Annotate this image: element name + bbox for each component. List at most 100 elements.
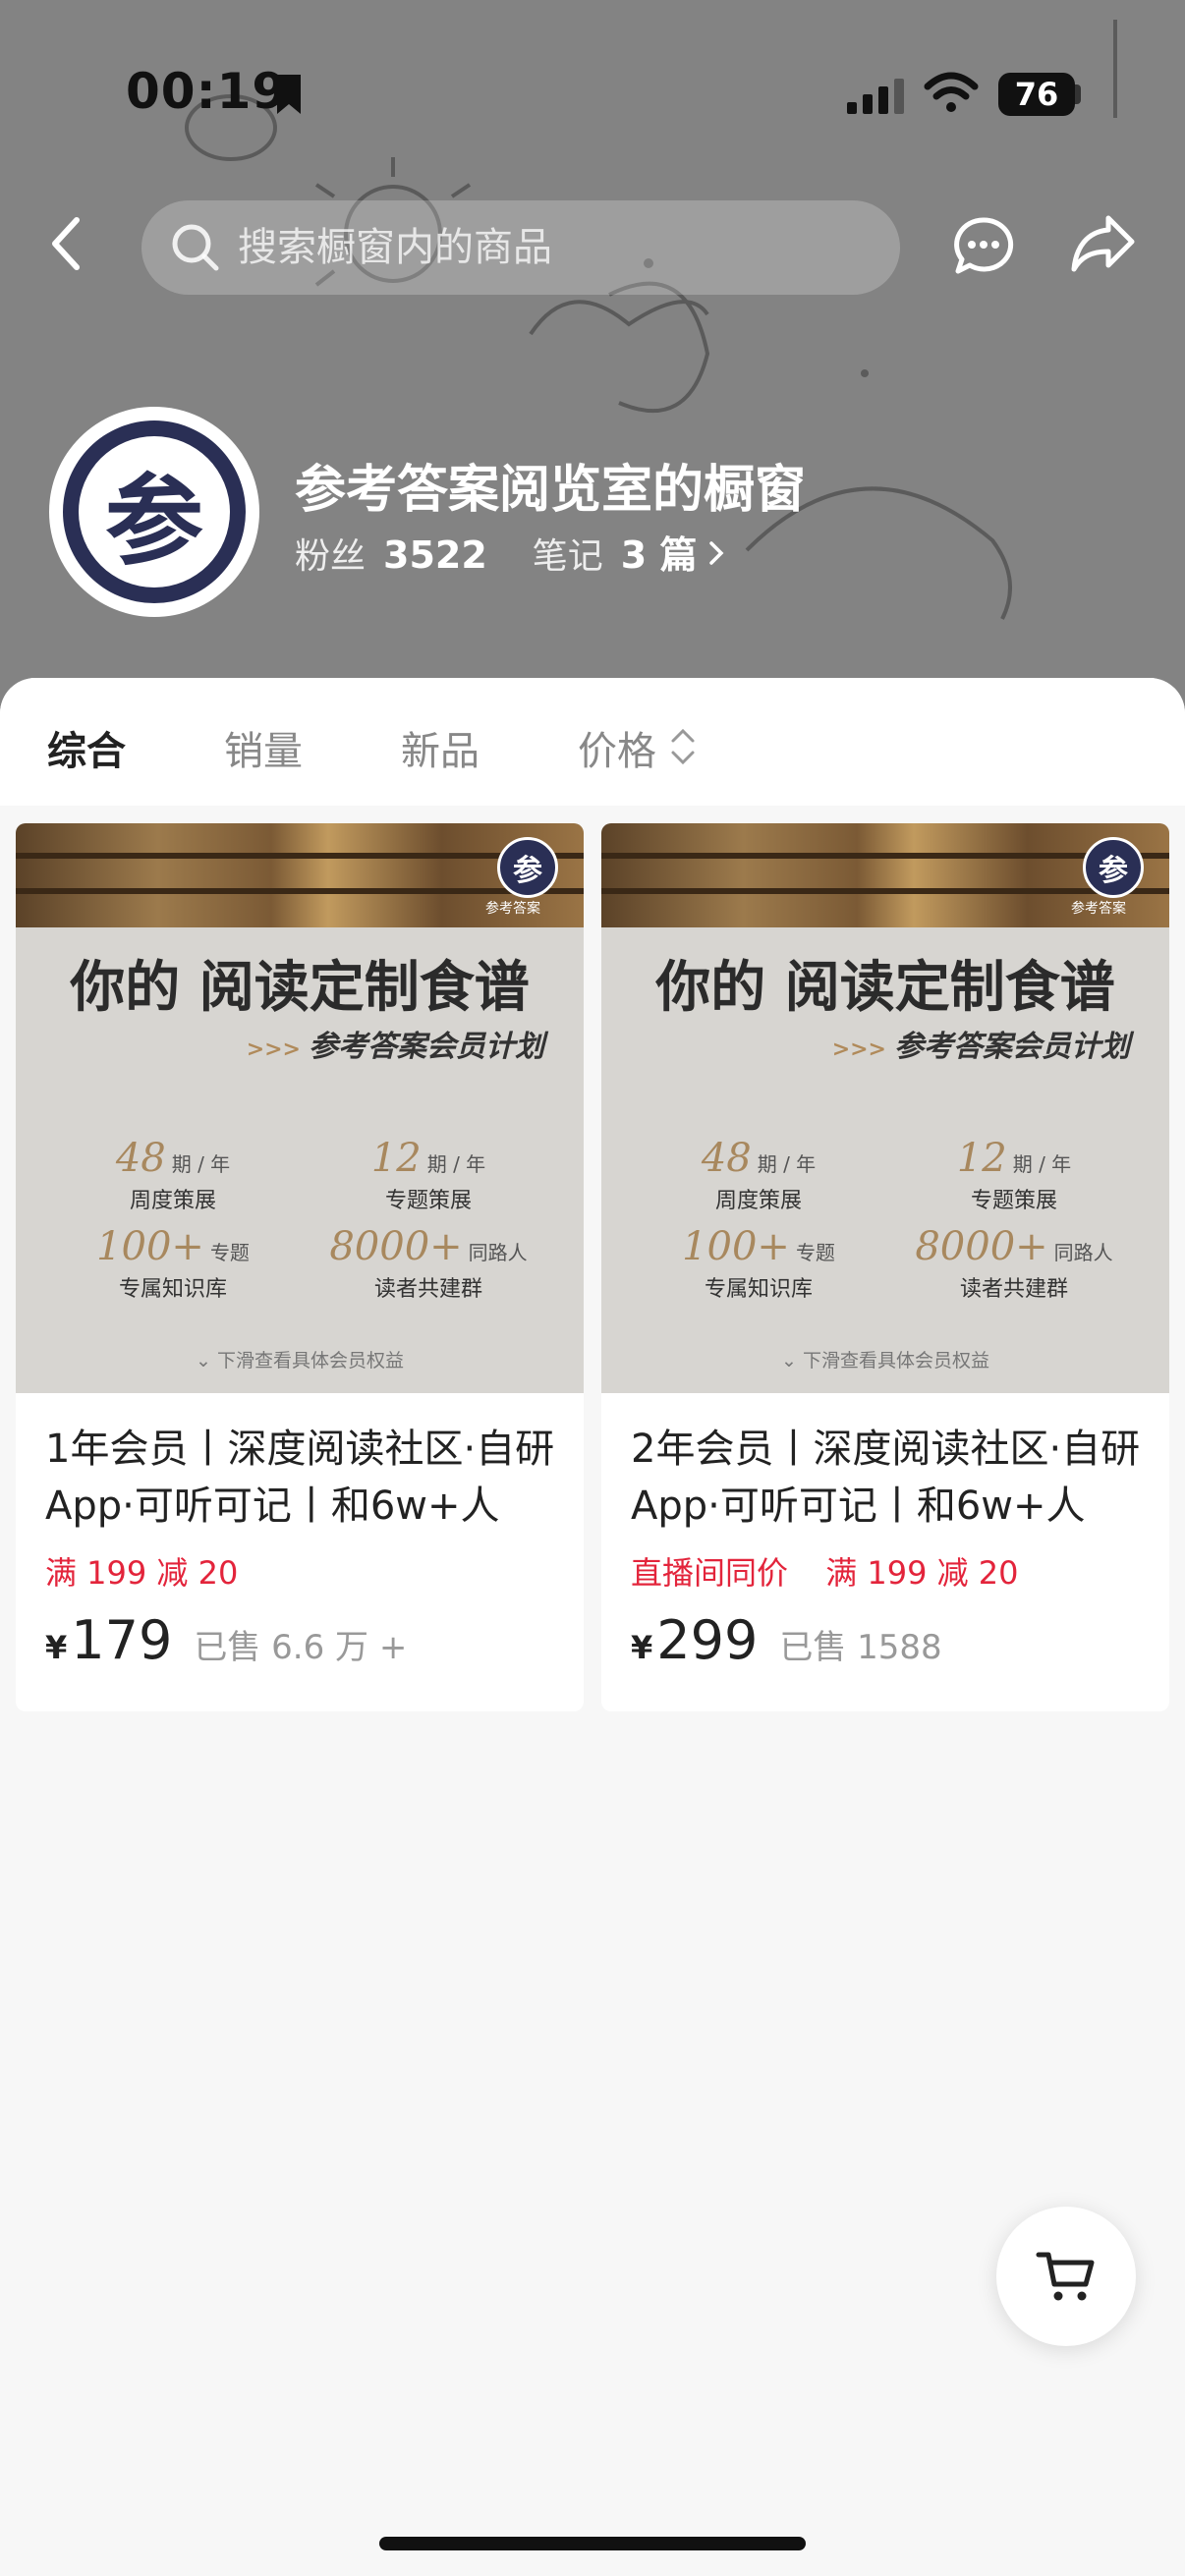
search-icon bbox=[172, 224, 219, 271]
poster-subtitle-text: 参考答案会员计划 bbox=[309, 1030, 544, 1064]
home-indicator[interactable] bbox=[379, 2537, 806, 2550]
price-row: ¥ 299 已售 1588 bbox=[631, 1609, 942, 1671]
sort-tabs: 综合 销量 新品 价格 bbox=[0, 678, 1185, 806]
poster-logo-text: 参考答案 bbox=[1071, 901, 1126, 917]
stat-label: 专属知识库 bbox=[118, 1277, 227, 1302]
stat-value: 48 bbox=[701, 1136, 752, 1181]
search-bar[interactable] bbox=[141, 200, 900, 295]
cart-button[interactable] bbox=[996, 2207, 1136, 2346]
stat-value: 8000+ bbox=[329, 1224, 463, 1269]
sold-count: 已售 1588 bbox=[779, 1628, 942, 1667]
poster-footer-text: 下滑查看具体会员权益 bbox=[802, 1350, 989, 1372]
poster-stat: 100+ 专题专属知识库 bbox=[641, 1224, 876, 1303]
stat-value: 100+ bbox=[96, 1224, 204, 1269]
stat-unit: 期 / 年 bbox=[426, 1152, 486, 1176]
stat-value: 8000+ bbox=[915, 1224, 1048, 1269]
fans-count: 3522 bbox=[383, 533, 487, 577]
status-bar: 00:19 76 bbox=[0, 0, 1185, 196]
status-time: 00:19 bbox=[126, 63, 288, 120]
poster-title: 你的 阅读定制食谱 bbox=[655, 955, 1115, 1020]
stat-value: 100+ bbox=[682, 1224, 790, 1269]
poster-logo-badge: 参 bbox=[497, 837, 558, 898]
shop-stats: 粉丝 3522 笔记 3 篇 bbox=[295, 525, 726, 579]
poster-subtitle-arrows: >>> bbox=[831, 1036, 886, 1062]
price-row: ¥ 179 已售 6.6 万 + bbox=[45, 1609, 407, 1671]
shop-name: 参考答案阅览室的橱窗 bbox=[295, 461, 807, 520]
product-image[interactable]: 参 参考答案 你的 阅读定制食谱 >>> 参考答案会员计划 48 期 / 年周度策展… bbox=[16, 823, 584, 1393]
poster-title: 你的 阅读定制食谱 bbox=[70, 955, 530, 1020]
stat-label: 周度策展 bbox=[129, 1189, 216, 1213]
sort-updown-icon[interactable] bbox=[668, 725, 698, 768]
avatar-logo-char: 参 bbox=[105, 463, 203, 579]
stat-label: 读者共建群 bbox=[959, 1277, 1068, 1302]
stat-label: 读者共建群 bbox=[373, 1277, 482, 1302]
stat-unit: 期 / 年 bbox=[1012, 1152, 1072, 1176]
stat-unit: 期 / 年 bbox=[757, 1152, 817, 1176]
tab-sales[interactable]: 销量 bbox=[224, 719, 303, 776]
stat-label: 专属知识库 bbox=[704, 1277, 813, 1302]
sold-count: 已售 6.6 万 + bbox=[194, 1628, 408, 1667]
poster-footer: ⌄ 下滑查看具体会员权益 bbox=[196, 1350, 404, 1372]
product-price: 179 bbox=[71, 1609, 173, 1671]
tab-comprehensive[interactable]: 综合 bbox=[47, 719, 126, 776]
shop-avatar[interactable]: 参 bbox=[49, 407, 259, 617]
currency-symbol: ¥ bbox=[631, 1629, 653, 1666]
message-icon[interactable] bbox=[951, 214, 1016, 279]
shelf-line bbox=[601, 888, 1169, 894]
chevron-right-icon[interactable] bbox=[706, 538, 726, 568]
poster-stat: 100+ 专题专属知识库 bbox=[55, 1224, 291, 1303]
promo-tags: 直播间同价 满 199 减 20 bbox=[631, 1548, 1046, 1594]
poster-stat: 48 期 / 年周度策展 bbox=[55, 1136, 291, 1214]
shop-header: 00:19 76 搜索橱窗内的商品 参 参考答案阅览室的橱窗 粉丝 3522 笔… bbox=[0, 0, 1185, 727]
poster-logo-badge: 参 bbox=[1083, 837, 1144, 898]
product-price: 299 bbox=[656, 1609, 759, 1671]
stat-value: 12 bbox=[370, 1136, 422, 1181]
promo-tag: 满 199 减 20 bbox=[825, 1554, 1019, 1592]
fans-label: 粉丝 bbox=[295, 536, 367, 577]
notes-label[interactable]: 笔记 bbox=[533, 528, 603, 579]
poster-subtitle-arrows: >>> bbox=[246, 1036, 301, 1062]
battery-level: 76 bbox=[1014, 76, 1059, 113]
currency-symbol: ¥ bbox=[45, 1629, 68, 1666]
avatar-badge: 参 bbox=[63, 420, 246, 603]
bookmark-icon bbox=[277, 75, 301, 114]
product-image[interactable]: 参 参考答案 你的 阅读定制食谱 >>> 参考答案会员计划 48 期 / 年周度策展… bbox=[601, 823, 1169, 1393]
stat-unit: 专题 bbox=[795, 1241, 835, 1264]
poster-footer: ⌄ 下滑查看具体会员权益 bbox=[781, 1350, 989, 1372]
promo-tags: 满 199 减 20 bbox=[45, 1548, 265, 1594]
stat-unit: 同路人 bbox=[468, 1241, 528, 1264]
battery-indicator: 76 bbox=[998, 73, 1075, 116]
stat-unit: 同路人 bbox=[1053, 1241, 1113, 1264]
poster-stat: 8000+ 同路人读者共建群 bbox=[310, 1224, 546, 1303]
stat-value: 48 bbox=[115, 1136, 166, 1181]
poster-subtitle-text: 参考答案会员计划 bbox=[894, 1030, 1130, 1064]
tab-new[interactable]: 新品 bbox=[401, 719, 480, 776]
stat-label: 周度策展 bbox=[714, 1189, 802, 1213]
stat-label: 专题策展 bbox=[970, 1189, 1057, 1213]
shopping-cart-icon bbox=[1036, 2252, 1095, 2301]
product-title[interactable]: 1年会员丨深度阅读社区·自研App·可听可记丨和6w+人 bbox=[45, 1421, 566, 1535]
stat-value: 12 bbox=[956, 1136, 1007, 1181]
notes-count[interactable]: 3 篇 bbox=[621, 525, 698, 579]
stat-unit: 专题 bbox=[209, 1241, 250, 1264]
poster-subtitle: >>> 参考答案会员计划 bbox=[247, 1022, 544, 1065]
product-title[interactable]: 2年会员丨深度阅读社区·自研App·可听可记丨和6w+人 bbox=[631, 1421, 1152, 1535]
wifi-icon bbox=[924, 72, 979, 112]
shelf-line bbox=[16, 888, 584, 894]
back-arrow-icon[interactable] bbox=[47, 212, 86, 275]
product-card[interactable]: 参 参考答案 你的 阅读定制食谱 >>> 参考答案会员计划 48 期 / 年周度策展… bbox=[601, 823, 1169, 1711]
stat-unit: 期 / 年 bbox=[171, 1152, 231, 1176]
poster-stat: 48 期 / 年周度策展 bbox=[641, 1136, 876, 1214]
tab-price[interactable]: 价格 bbox=[578, 719, 656, 776]
poster-logo-text: 参考答案 bbox=[485, 901, 540, 917]
share-icon[interactable] bbox=[1069, 212, 1138, 275]
product-card[interactable]: 参 参考答案 你的 阅读定制食谱 >>> 参考答案会员计划 48 期 / 年周度策展… bbox=[16, 823, 584, 1711]
battery-cap bbox=[1075, 84, 1081, 104]
poster-footer-text: 下滑查看具体会员权益 bbox=[216, 1350, 404, 1372]
poster-stat: 12 期 / 年专题策展 bbox=[310, 1136, 546, 1214]
promo-tag: 满 199 减 20 bbox=[45, 1554, 239, 1592]
poster-subtitle: >>> 参考答案会员计划 bbox=[832, 1022, 1130, 1065]
poster-stat: 8000+ 同路人读者共建群 bbox=[896, 1224, 1132, 1303]
search-input[interactable] bbox=[236, 224, 869, 271]
cellular-signal-icon bbox=[847, 79, 904, 114]
